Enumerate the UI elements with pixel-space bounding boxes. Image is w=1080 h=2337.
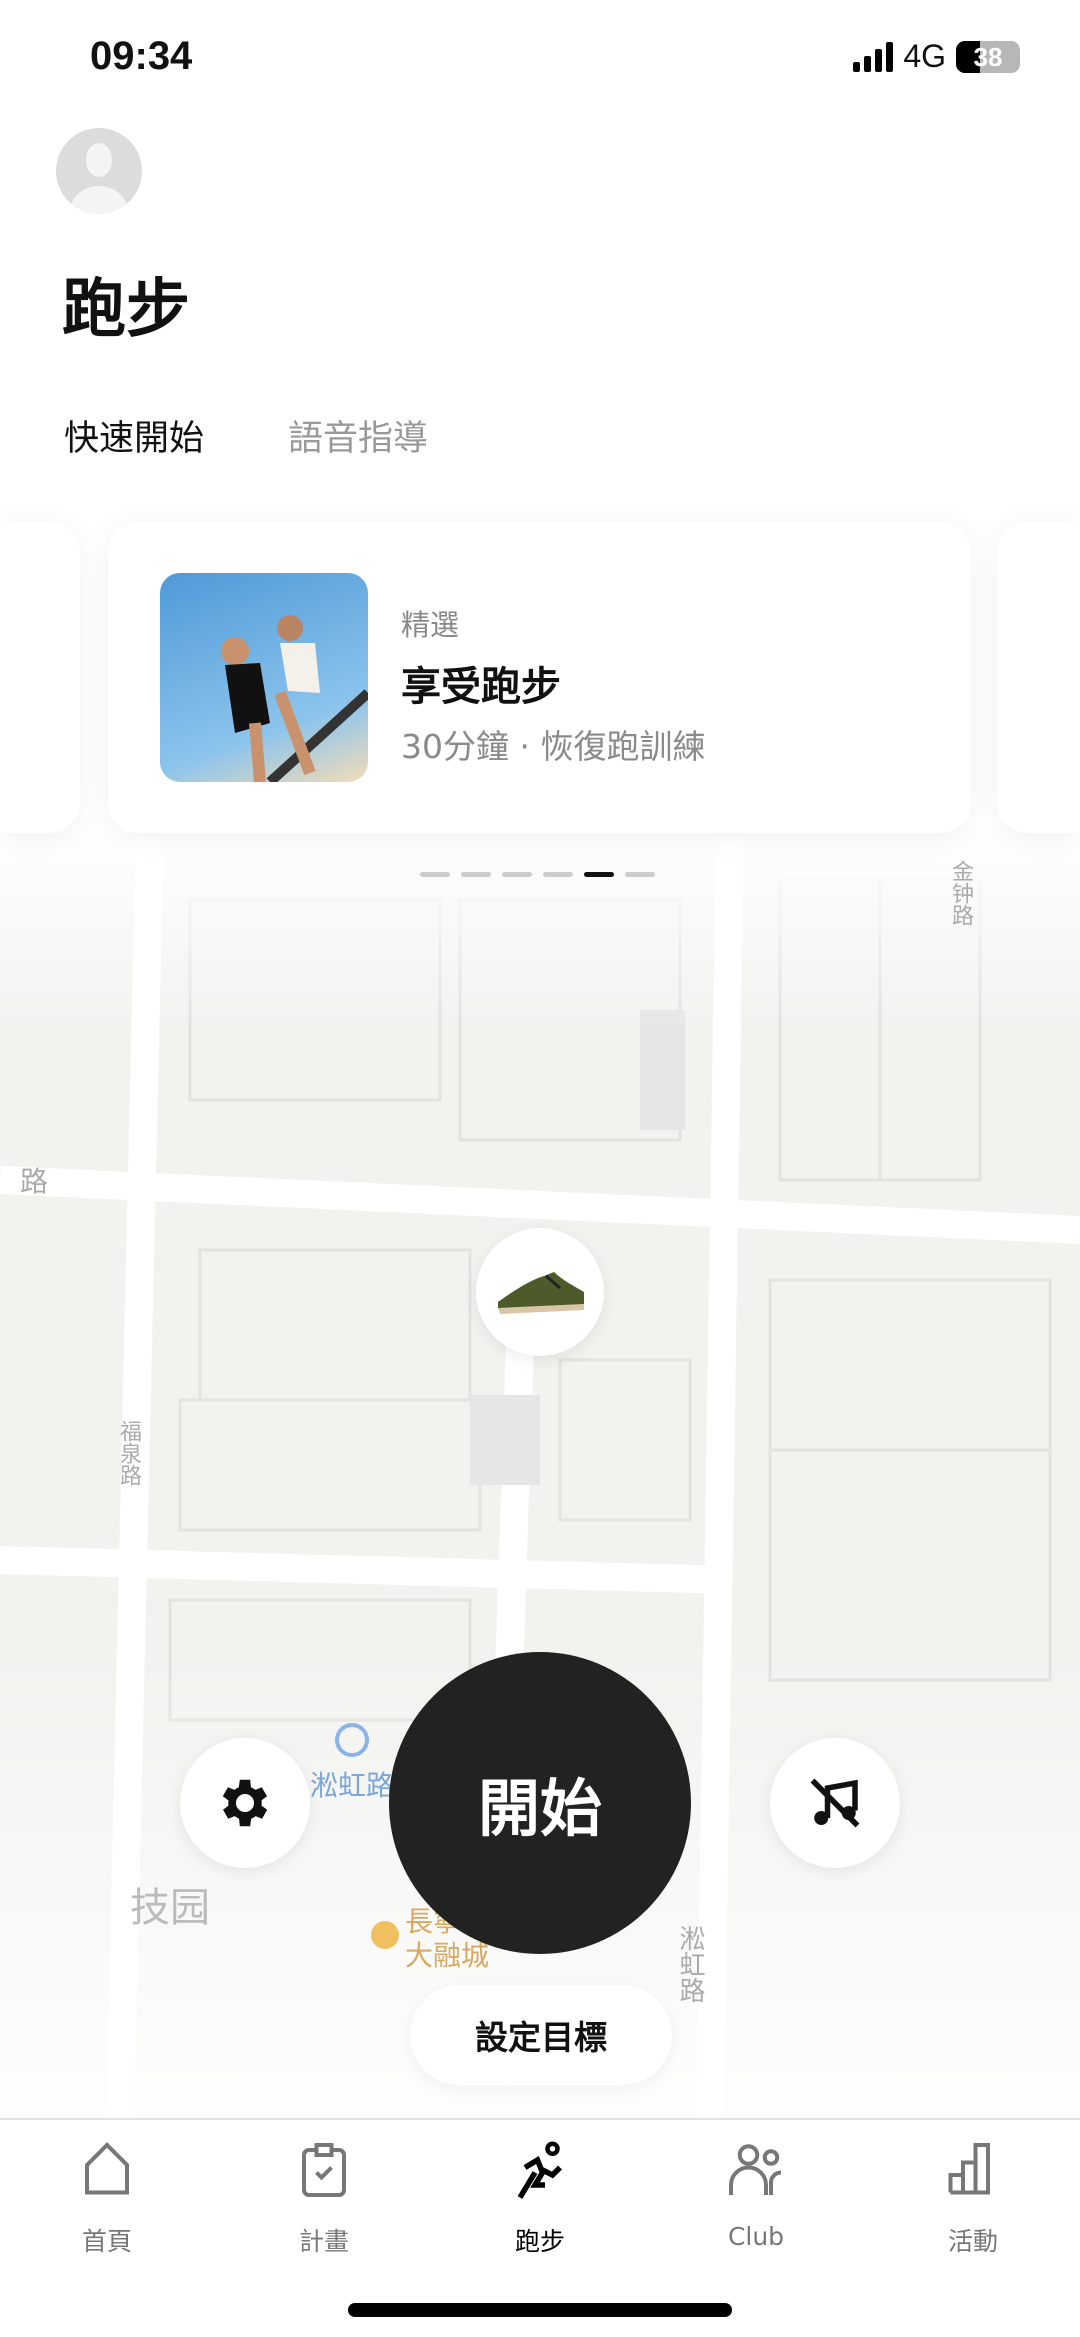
tab-quick-start[interactable]: 快速開始 (64, 410, 204, 461)
map-label: 金钟路 (948, 860, 973, 926)
nav-label: 計畫 (298, 2227, 349, 2256)
shoe-icon (498, 1272, 584, 1314)
page-title: 跑步 (62, 273, 190, 347)
home-indicator[interactable] (348, 2303, 732, 2317)
map-label: 路 (20, 1165, 49, 1198)
set-goal-button[interactable]: 設定目標 (410, 1985, 672, 2085)
nav-club[interactable]: Club (656, 2140, 856, 2251)
map-label: 技园 (130, 1885, 210, 1931)
nav-run[interactable]: 跑步 (440, 2140, 640, 2258)
clipboard-check-icon (302, 2143, 346, 2197)
featured-card-image (160, 573, 368, 782)
nav-activity[interactable]: 活動 (873, 2140, 1073, 2258)
featured-card-title: 享受跑步 (401, 664, 561, 710)
featured-card[interactable]: 精選 享受跑步 30分鐘 · 恢復跑訓練 (108, 522, 971, 833)
signal-icon (853, 41, 894, 72)
mall-icon (371, 1921, 399, 1949)
nav-home[interactable]: 首頁 (7, 2140, 207, 2258)
carousel-card-next[interactable] (997, 522, 1080, 833)
featured-card-subtitle: 30分鐘 · 恢復跑訓練 (401, 727, 706, 766)
gear-icon (222, 1779, 268, 1827)
people-icon (729, 2144, 782, 2195)
nav-label: 活動 (947, 2227, 998, 2256)
music-button[interactable] (770, 1738, 900, 1868)
nav-label: Club (727, 2222, 785, 2251)
map-label: 福泉路 (116, 1420, 141, 1486)
home-icon (85, 2142, 129, 2195)
start-button[interactable]: 開始 (389, 1652, 691, 1954)
settings-button[interactable] (180, 1738, 310, 1868)
tab-voice-guided[interactable]: 語音指導 (288, 410, 428, 461)
music-off-icon (810, 1778, 860, 1828)
map-label-metro: 淞虹路 (310, 1769, 395, 1802)
metro-icon (335, 1723, 369, 1757)
nav-label: 跑步 (514, 2227, 565, 2256)
battery-icon: 38 (956, 40, 1020, 73)
nav-plans[interactable]: 計畫 (224, 2140, 424, 2258)
carousel-indicator (420, 872, 655, 877)
map-label: 淞虹路 (675, 1925, 705, 2003)
shoe-marker[interactable] (476, 1228, 604, 1356)
carousel-card-prev[interactable] (0, 522, 80, 833)
avatar[interactable] (56, 128, 142, 214)
nav-label: 首頁 (81, 2227, 132, 2256)
status-bar-right: 4G 38 (853, 38, 1020, 75)
network-label: 4G (903, 38, 946, 74)
runner-icon (517, 2141, 562, 2199)
bar-chart-icon (948, 2143, 990, 2195)
status-time: 09:34 (90, 34, 193, 78)
featured-card-tag: 精選 (401, 608, 460, 642)
